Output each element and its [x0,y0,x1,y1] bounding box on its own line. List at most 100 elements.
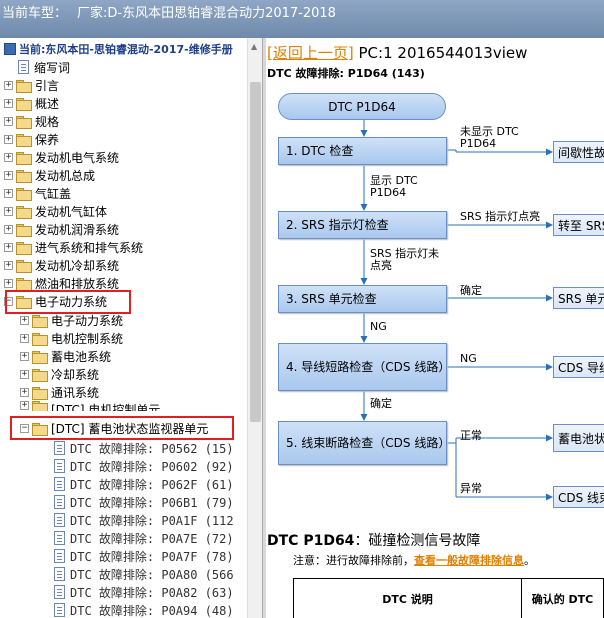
dtc-item[interactable]: DTC 故障排除: P0A1F (112 [54,511,234,529]
tree-item-label: 气缸盖 [35,186,72,201]
tree-child-item[interactable]: + 通讯系统 [20,383,99,401]
flow-step-1[interactable]: 1. DTC 检查 [278,137,447,165]
tree-item[interactable]: + 引言 [4,76,59,94]
scroll-up-arrow-icon[interactable]: ▲ [251,42,257,51]
folder-icon [16,241,32,255]
flow-side-intermittent[interactable]: 间歇性故障 [553,141,604,163]
vendor-label: 厂家:D-东风本田思铂睿混合动力2017-2018 [77,6,336,21]
tree-item[interactable]: + 发动机润滑系统 [4,220,119,238]
tree-item[interactable]: + 发动机冷却系统 [4,256,119,274]
note-prefix: 注意：进行故障排除前， [293,554,414,567]
expand-plus-icon[interactable]: + [4,80,13,90]
tree-item[interactable]: + 保养 [4,130,59,148]
flow-side-goto-srs[interactable]: 转至 SRS [553,214,604,236]
tree-item[interactable]: 缩写词 [18,58,70,76]
tree-child-item[interactable]: + [DTC] 电机控制单元 [20,401,160,411]
tree-item-label: 发动机气缸体 [35,204,108,219]
expand-plus-icon[interactable]: + [20,369,29,379]
tree-child-item[interactable]: + 电子动力系统 [20,311,123,329]
dtc-item[interactable]: DTC 故障排除: P0A80 (566 [54,565,234,583]
expand-plus-icon[interactable]: + [4,170,13,180]
dtc-item[interactable]: DTC 故障排除: P0A7F (78) [54,547,234,565]
expand-plus-icon[interactable]: + [4,134,13,144]
tree-item[interactable]: + 发动机总成 [4,166,95,184]
expand-plus-icon[interactable]: + [4,188,13,198]
document-icon [54,567,65,581]
expand-plus-icon[interactable]: + [4,116,13,126]
tree-item[interactable]: + 气缸盖 [4,184,71,202]
dtc-item-label: DTC 故障排除: P0A80 (566 [70,567,234,582]
dtc-item[interactable]: DTC 故障排除: P06B1 (79) [54,493,234,511]
flow-side-label: 间歇性故障 [558,145,604,160]
tree-item[interactable]: + 进气系统和排气系统 [4,238,143,256]
dtc-table: DTC 说明 确认的 DTC [293,578,604,618]
tree-item[interactable]: + 发动机气缸体 [4,202,107,220]
troubleshoot-note: 注意：进行故障排除前，查看一般故障排除信息。 [293,552,535,568]
tree-item[interactable]: + 发动机电气系统 [4,148,119,166]
tree-child-item[interactable]: + 蓄电池系统 [20,347,111,365]
table-header-cell: 确认的 DTC [521,578,604,618]
tree-child-item[interactable]: + 电机控制系统 [20,329,123,347]
folder-icon [16,97,32,111]
flow-step-5[interactable]: 5. 线束断路检查（CDS 线路） [278,421,450,465]
folder-icon [16,259,32,273]
flow-step-label: 3. SRS 单元检查 [286,291,377,306]
tree-root-label: 当前:东风本田-思铂睿混动-2017-维修手册 [19,43,233,56]
expand-plus-icon[interactable]: + [4,98,13,108]
dtc-item[interactable]: DTC 故障排除: P062F (61) [54,475,234,493]
flow-step-2[interactable]: 2. SRS 指示灯检查 [278,211,447,239]
general-troubleshooting-link[interactable]: 查看一般故障排除信息 [414,554,524,567]
dtc-item[interactable]: DTC 故障排除: P0A7E (72) [54,529,234,547]
dtc-item-label: DTC 故障排除: P0602 (92) [70,459,234,474]
expand-plus-icon[interactable]: + [4,278,13,288]
expand-plus-icon[interactable]: + [20,315,29,325]
folder-icon [32,401,48,411]
expand-plus-icon[interactable]: + [20,387,29,397]
highlight-box [10,416,234,440]
folder-icon [16,205,32,219]
flow-start-label: DTC P1D64 [328,99,396,114]
edge-label-srs-on: SRS 指示灯点亮 [460,210,541,223]
flow-side-cds-harness[interactable]: CDS 线束 [553,486,604,508]
expand-plus-icon[interactable]: + [4,260,13,270]
document-icon [54,549,65,563]
tree-item[interactable]: + 规格 [4,112,59,130]
flow-side-srs-unit[interactable]: SRS 单元 [553,287,604,309]
tree-child-item[interactable]: + 冷却系统 [20,365,99,383]
dtc-item[interactable]: DTC 故障排除: P0562 (15) [54,439,234,457]
flow-side-cds-wire[interactable]: CDS 导线 [553,356,604,378]
section-title: DTC P1D64：碰撞检测信号故障 [267,530,480,550]
expand-plus-icon[interactable]: + [4,224,13,234]
dtc-item[interactable]: DTC 故障排除: P0A94 (48) [54,601,234,618]
expand-plus-icon[interactable]: + [20,351,29,361]
flow-side-battery[interactable]: 蓄电池状 [553,424,604,452]
expand-plus-icon[interactable]: + [4,242,13,252]
tree-item-label: 进气系统和排气系统 [35,240,144,255]
flow-step-3[interactable]: 3. SRS 单元检查 [278,285,447,313]
expand-plus-icon[interactable]: + [4,206,13,216]
tree-item-label: 发动机总成 [35,168,96,183]
folder-icon [32,386,48,400]
expand-plus-icon[interactable]: + [20,333,29,343]
scroll-thumb[interactable] [250,82,261,422]
tree-item[interactable]: + 概述 [4,94,59,112]
dtc-item-label: DTC 故障排除: P062F (61) [70,477,234,492]
folder-icon [32,350,48,364]
flow-side-label: CDS 导线 [558,360,604,375]
folder-icon [32,368,48,382]
edge-label-ng-1: NG [370,320,387,333]
expand-plus-icon[interactable]: + [20,401,29,410]
dtc-item[interactable]: DTC 故障排除: P0A82 (63) [54,583,234,601]
folder-icon [32,332,48,346]
tree-root[interactable]: 当前:东风本田-思铂睿混动-2017-维修手册 [4,40,233,58]
flow-step-4[interactable]: 4. 导线短路检查（CDS 线路） [278,343,450,391]
edge-label-ng-2: NG [460,352,477,365]
tree-item-label: 概述 [35,96,60,111]
expand-plus-icon[interactable]: + [4,152,13,162]
document-icon [18,60,29,74]
tree-item-label: 保养 [35,132,60,147]
book-icon [4,43,16,55]
tree-scrollbar[interactable]: ▲ [247,38,262,618]
dtc-item[interactable]: DTC 故障排除: P0602 (92) [54,457,234,475]
flow-step-label: 1. DTC 检查 [286,143,354,158]
